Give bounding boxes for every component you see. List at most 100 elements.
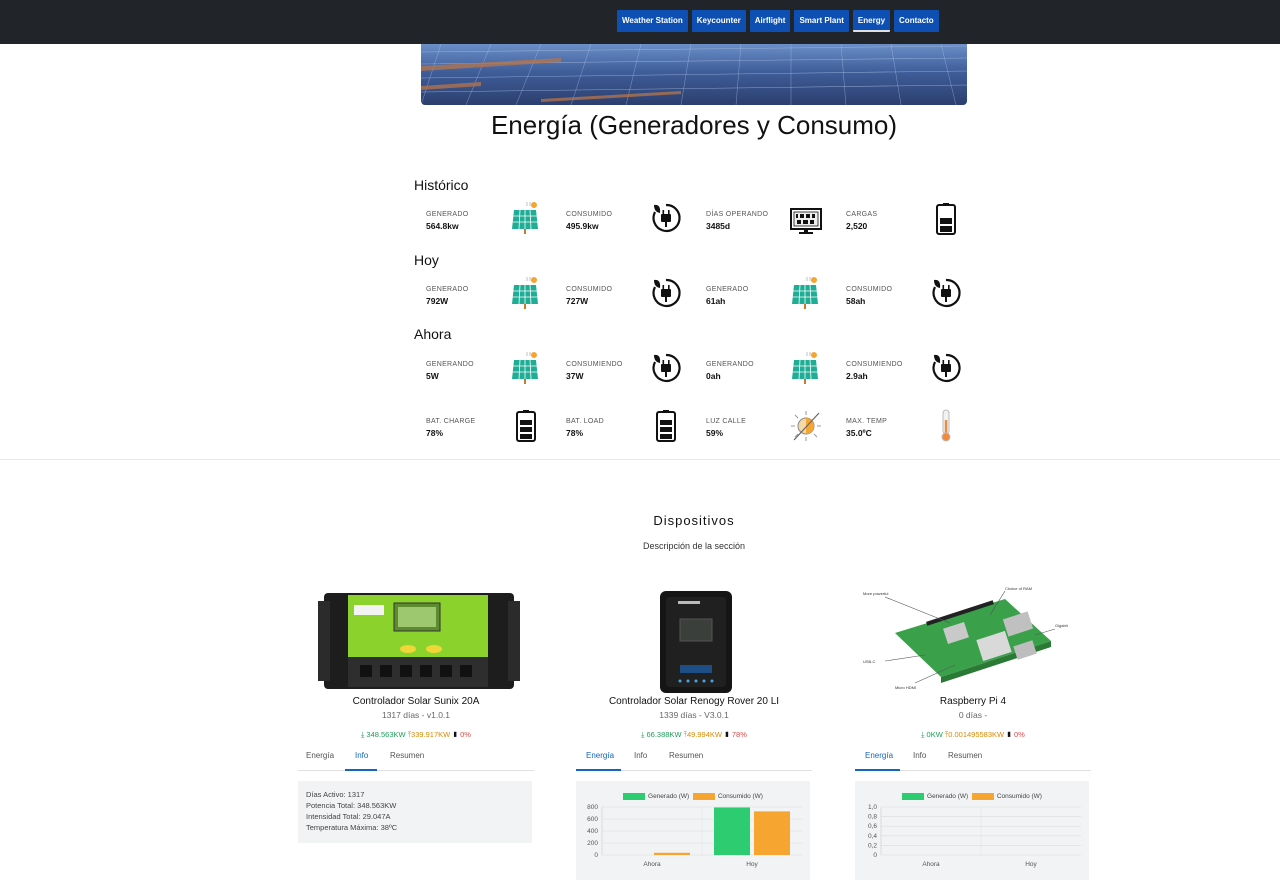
stat-hoy-consumido-w: CONSUMIDO 727W	[566, 278, 686, 326]
nav-weather-station[interactable]: Weather Station	[617, 10, 688, 32]
stat-value: 78%	[426, 428, 444, 438]
stat-hoy-generado-ah: GENERADO 61ah	[706, 277, 826, 326]
nav-keycounter[interactable]: Keycounter	[691, 10, 746, 32]
device-card-sunix: Controlador Solar Sunix 20A 1317 días - …	[298, 585, 534, 880]
tab-info[interactable]: Info	[634, 751, 647, 760]
solar-panel-icon	[790, 276, 822, 310]
nav-contacto[interactable]: Contacto	[894, 10, 939, 32]
device-tabs: Energía Info Resumen	[298, 745, 534, 771]
y-tick-label: 800	[587, 804, 598, 811]
hero-solar-image	[421, 44, 967, 105]
tab-energia[interactable]: Energía	[306, 751, 334, 760]
stat-ahora-bat-load: BAT. LOAD 78%	[566, 410, 686, 458]
nav-smart-plant[interactable]: Smart Plant	[794, 10, 849, 32]
street-light-icon	[790, 408, 822, 442]
monitor-counter-icon	[790, 201, 822, 235]
tab-info[interactable]: Info	[913, 751, 926, 760]
stat-ahora-luz-calle: LUZ CALLE 59%	[706, 411, 826, 458]
y-tick-label: 0,2	[868, 842, 877, 849]
device-meta: 1317 días - v1.0.1	[381, 710, 451, 720]
stat-historico-consumido: CONSUMIDO 495.9kw	[566, 203, 686, 251]
stat-ahora-bat-charge: BAT. CHARGE 78%	[426, 410, 546, 458]
stat-label: GENERADO	[706, 286, 749, 293]
tab-resumen[interactable]: Resumen	[390, 751, 424, 760]
section-hoy-title: Hoy	[414, 252, 439, 268]
stat-ahora-consumiendo-ah: CONSUMIENDO 2.9ah	[846, 353, 966, 401]
energy-chart: Generado (W) Consumido (W) 1,0 0,8 0,6 0,4 0…	[855, 781, 1089, 880]
device-stats: ⤓ 0KW ⤒0.001495583KW ▮ 0%	[855, 730, 1091, 740]
svg-text:USB-C: USB-C	[863, 659, 876, 664]
dispositivos-title: Dispositivos	[653, 513, 735, 528]
svg-text:Micro HDMI: Micro HDMI	[895, 685, 916, 690]
device-stats: ⤓ 348.563KW ⤒339.917KW ▮ 0%	[298, 730, 534, 740]
device-name: Controlador Solar Renogy Rover 20 LI	[608, 696, 780, 707]
stat-label: GENERANDO	[706, 361, 754, 368]
nav-menu: Weather Station Keycounter Airflight Sma…	[617, 10, 939, 32]
bar-consumed	[754, 811, 790, 855]
device-generated: 66.388KW	[646, 730, 682, 739]
battery-small-icon: ▮	[724, 730, 730, 739]
device-tabs: Energía Info Resumen	[855, 745, 1091, 771]
device-generated: 348.563KW	[366, 730, 406, 739]
stat-value: 2,520	[846, 221, 868, 231]
tab-active-indicator	[345, 769, 377, 771]
stat-label: GENERANDO	[426, 361, 474, 368]
device-consumed: 0.001495583KW	[948, 730, 1005, 739]
tab-energia[interactable]: Energía	[586, 751, 614, 760]
stat-value: 3485d	[706, 221, 731, 231]
x-tick-label: Ahora	[643, 861, 661, 868]
x-tick-label: Hoy	[1025, 861, 1037, 868]
bar-consumed	[654, 852, 690, 855]
info-intensidad-total: Intensidad Total: 29.047A	[306, 812, 391, 821]
y-tick-label: 0,4	[868, 833, 877, 840]
tab-resumen[interactable]: Resumen	[948, 751, 982, 760]
page-title: Energía (Generadores y Consumo)	[490, 110, 898, 140]
stat-hoy-generado-w: GENERADO 792W	[426, 277, 546, 326]
device-meta: 0 días -	[958, 710, 988, 720]
tab-resumen[interactable]: Resumen	[669, 751, 703, 760]
svg-text:More powerful: More powerful	[863, 591, 888, 596]
info-potencia-total: Potencia Total: 348.563KW	[306, 801, 397, 810]
device-generated: 0KW	[926, 730, 943, 739]
stat-historico-cargas: CARGAS 2,520	[846, 203, 966, 251]
tab-info[interactable]: Info	[355, 751, 368, 760]
svg-text:Choice of RAM: Choice of RAM	[1005, 586, 1032, 591]
device-image-solar-controller	[298, 585, 534, 695]
tab-energia[interactable]: Energía	[865, 751, 893, 760]
section-divider	[0, 459, 1280, 460]
tab-active-indicator	[855, 769, 900, 771]
stat-value: 727W	[566, 296, 589, 306]
y-tick-label: 0	[594, 852, 598, 859]
y-tick-label: 1,0	[868, 804, 877, 811]
y-tick-label: 0,6	[868, 823, 877, 830]
tab-active-indicator	[576, 769, 621, 771]
stat-label: CONSUMIENDO	[566, 361, 623, 368]
stat-historico-generado: GENERADO 564.8kw	[426, 202, 546, 251]
nav-airflight[interactable]: Airflight	[749, 10, 791, 32]
stat-label: GENERADO	[426, 286, 469, 293]
bar-generated	[714, 807, 750, 855]
stat-label: CONSUMIDO	[566, 286, 613, 293]
battery-icon	[510, 408, 542, 442]
device-meta: 1339 días - V3.0.1	[659, 710, 729, 720]
device-consumed: 339.917KW	[411, 730, 451, 739]
device-stats: ⤓ 66.388KW ⤒49.994KW ▮ 78%	[576, 730, 812, 740]
stat-ahora-max-temp: MAX. TEMP 35.0ºC	[846, 409, 966, 458]
plug-icon	[650, 201, 682, 235]
y-tick-label: 200	[587, 840, 598, 847]
dispositivos-subtitle: Descripción de la sección	[642, 541, 746, 551]
stat-label: GENERADO	[426, 211, 469, 218]
device-info-panel: Días Activo: 1317 Potencia Total: 348.56…	[298, 781, 532, 843]
y-tick-label: 0	[873, 852, 877, 859]
device-image-renogy-controller	[576, 585, 812, 695]
nav-energy[interactable]: Energy	[852, 10, 891, 32]
energy-chart: Generado (W) Consumido (W) 800 600 400 200 0…	[576, 781, 810, 880]
solar-panel-icon	[510, 276, 542, 310]
battery-icon	[930, 201, 962, 235]
plug-icon	[650, 351, 682, 385]
stat-label: CONSUMIENDO	[846, 361, 903, 368]
solar-panel-icon	[510, 201, 542, 235]
stat-value: 37W	[566, 371, 584, 381]
battery-icon	[650, 408, 682, 442]
stat-value: 78%	[566, 428, 584, 438]
